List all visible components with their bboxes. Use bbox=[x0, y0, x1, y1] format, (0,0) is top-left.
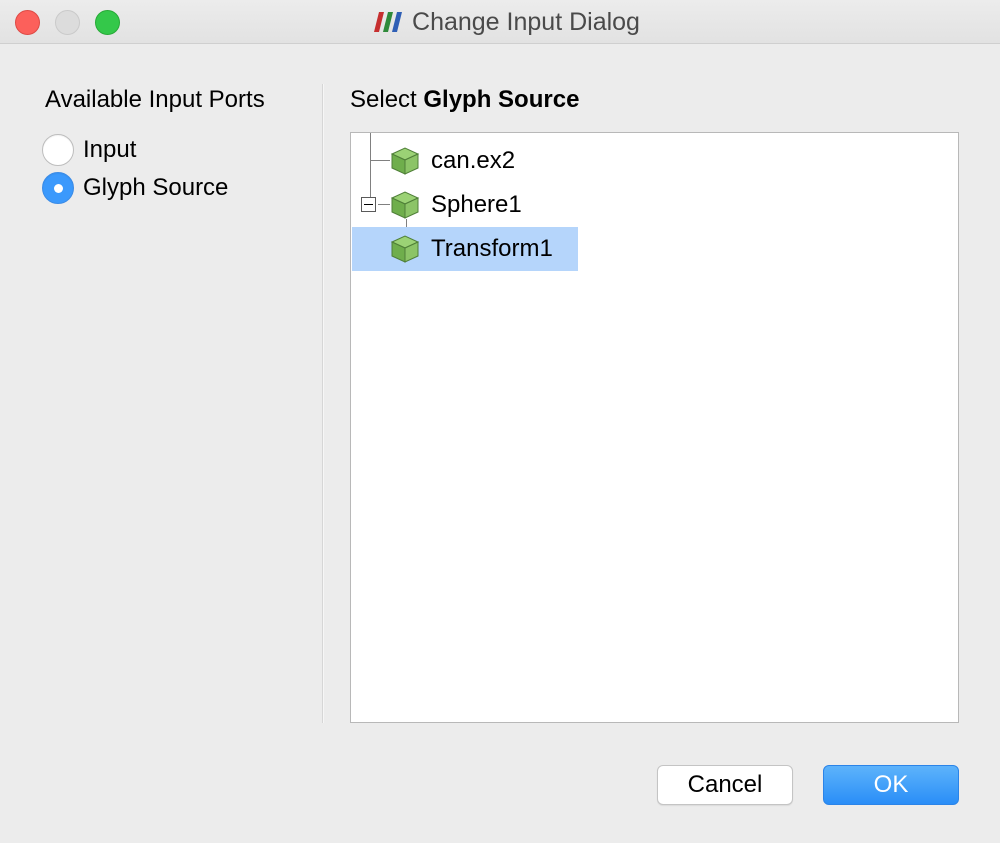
tree-connector-line bbox=[370, 160, 390, 161]
radio-label-glyph-source: Glyph Source bbox=[83, 174, 229, 201]
tree-item-transform1[interactable]: Transform1 bbox=[352, 227, 578, 271]
change-input-dialog: Change Input Dialog Available Input Port… bbox=[0, 0, 1000, 843]
tree-item-label: Transform1 bbox=[431, 235, 553, 262]
radio-checked-dot bbox=[53, 183, 63, 193]
cube-icon bbox=[390, 235, 420, 263]
minus-icon bbox=[364, 204, 373, 205]
paraview-logo-icon bbox=[374, 12, 403, 32]
cube-icon bbox=[390, 147, 420, 175]
tree-connector-line bbox=[370, 133, 371, 205]
radio-option-input[interactable]: Input bbox=[42, 134, 136, 166]
collapse-toggle-icon[interactable] bbox=[361, 197, 376, 212]
tree-item-sphere1[interactable]: Sphere1 bbox=[389, 183, 522, 227]
tree-item-label: Sphere1 bbox=[431, 191, 522, 218]
radio-button-input[interactable] bbox=[42, 134, 74, 166]
radio-option-glyph-source[interactable]: Glyph Source bbox=[42, 172, 228, 204]
radio-label-input: Input bbox=[83, 136, 137, 163]
vertical-separator bbox=[322, 84, 324, 723]
available-input-ports-label: Available Input Ports bbox=[45, 86, 265, 113]
window-title: Change Input Dialog bbox=[412, 7, 640, 36]
select-source-label: Select Glyph Source bbox=[350, 86, 579, 114]
title-wrap: Change Input Dialog bbox=[0, 0, 1000, 44]
cancel-button[interactable]: Cancel bbox=[657, 765, 793, 805]
select-label-port: Glyph Source bbox=[423, 86, 580, 113]
title-bar: Change Input Dialog bbox=[0, 0, 1000, 44]
ok-button[interactable]: OK bbox=[823, 765, 959, 805]
cube-icon bbox=[390, 191, 420, 219]
tree-item-can-ex2[interactable]: can.ex2 bbox=[389, 139, 515, 183]
tree-item-label: can.ex2 bbox=[431, 147, 516, 174]
select-label-prefix: Select bbox=[350, 86, 417, 113]
pipeline-tree[interactable]: can.ex2 Sphere1 Transform1 bbox=[350, 132, 959, 723]
radio-button-glyph-source[interactable] bbox=[42, 172, 74, 204]
